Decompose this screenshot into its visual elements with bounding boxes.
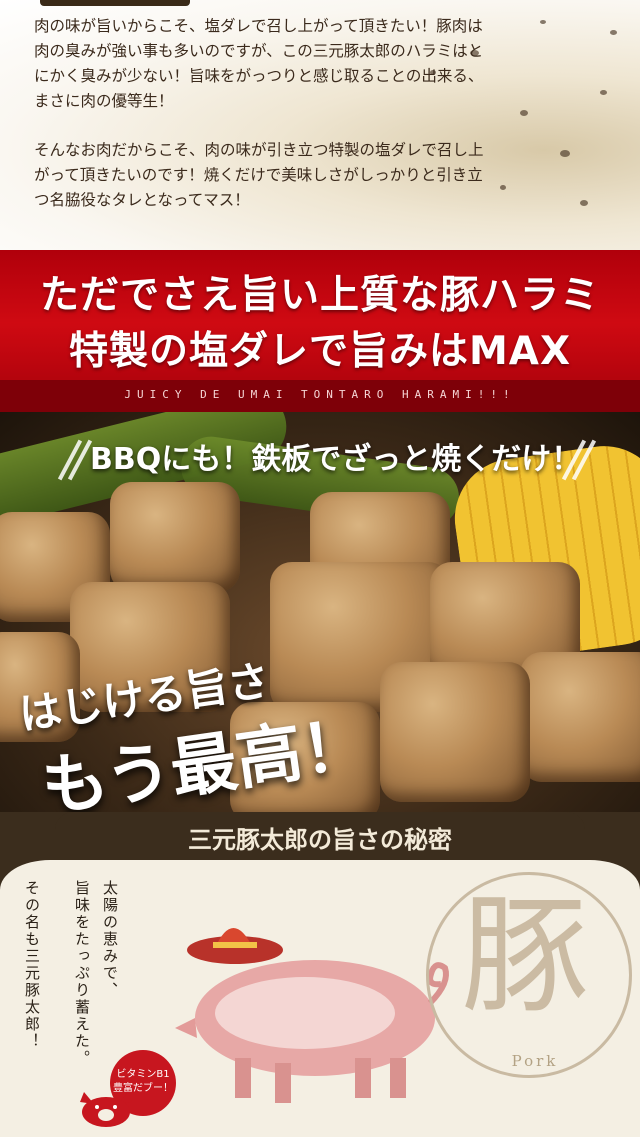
banner-subline: JUICY DE UMAI TONTARO HARAMI!!! [124,388,516,401]
vertical-text-3: その名も三元豚太郎！ [23,880,41,1050]
banner-sub-strip: JUICY DE UMAI TONTARO HARAMI!!! [0,380,640,412]
banner-line-1: ただでさえ旨い上質な豚ハラミ [39,273,600,318]
pig-body [175,960,449,1103]
pork-label: Pork [511,1052,559,1070]
food-photo: BBQにも！鉄板でざっと焼くだけ！ はじける旨さ もう最高！ [0,412,640,812]
section-title: 三元豚太郎の旨さの秘密 [188,826,452,854]
meat-chunk-image [520,652,640,782]
pepper-speck [580,200,588,206]
page: 肉の味が旨いからこそ、塩ダレで召し上がって頂きたい！豚肉は肉の臭みが強い事も多い… [0,0,640,1137]
intro-paragraph-2: そんなお肉だからこそ、肉の味が引き立つ特製の塩ダレで召し上がって頂きたいのです！… [34,141,484,209]
pepper-speck [600,90,607,95]
meat-chunk-image [110,482,240,592]
pepper-speck [520,110,528,116]
pepper-speck [500,185,506,190]
intro-paragraph-1: 肉の味が旨いからこそ、塩ダレで召し上がって頂きたい！豚肉は肉の臭みが強い事も多い… [34,17,484,110]
intro-section: 肉の味が旨いからこそ、塩ダレで召し上がって頂きたい！豚肉は肉の臭みが強い事も多い… [0,0,640,250]
secret-section: 三元豚太郎の旨さの秘密 太陽の恵みで、 旨味をたっぷり蓄えた。 その名も三元豚太… [0,812,640,1137]
headline-banner: ただでさえ旨い上質な豚ハラミ 特製の塩ダレで旨みはMAX JUICY DE UM… [0,250,640,412]
section-title-tab: 三元豚太郎の旨さの秘密 [55,812,585,860]
pepper-speck [540,20,546,24]
vertical-text-1: 太陽の恵みで、 [101,880,119,999]
pepper-speck [560,150,570,157]
sombrero-icon [187,928,283,964]
section-tab [40,0,190,6]
meat-chunk-image [380,662,530,802]
badge-line-1: ビタミンB1 [116,1069,170,1080]
pig-face-icon [80,1092,132,1127]
bbq-caption: BBQにも！鉄板でざっと焼くだけ！ [90,442,582,477]
vertical-text-2: 旨味をたっぷり蓄えた。 [73,880,91,1067]
pig-illustration [175,928,449,1103]
pepper-speck [610,30,617,35]
pork-kanji: 豚 [460,882,589,1031]
banner-line-2: 特製の塩ダレで旨みはMAX [68,329,572,374]
